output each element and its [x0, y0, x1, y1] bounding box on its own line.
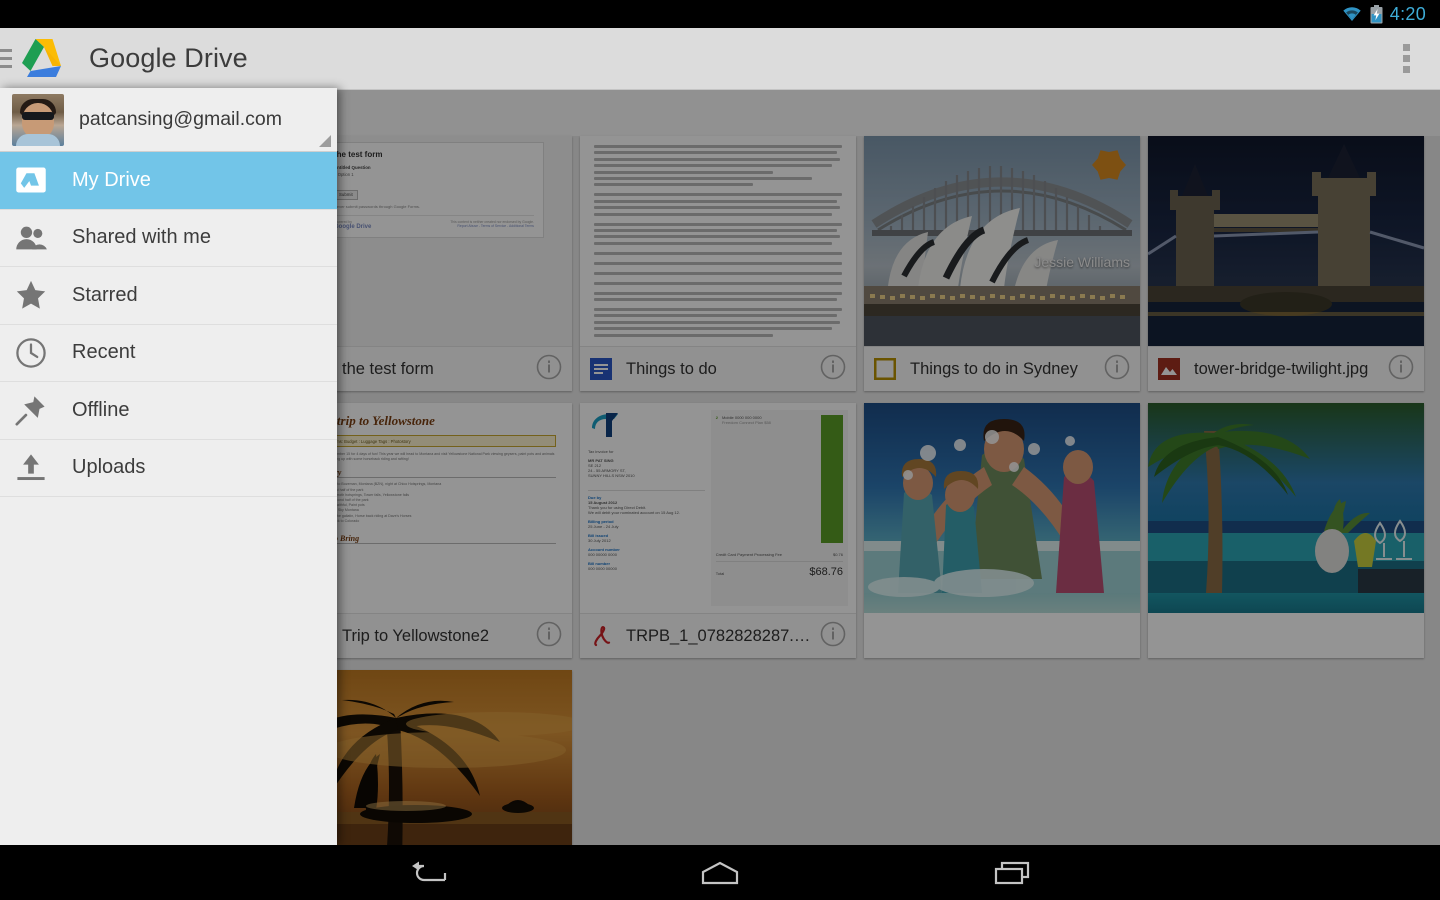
- sidebar-item-starred[interactable]: Starred: [0, 267, 337, 325]
- file-thumbnail: Our trip to Yellowstone Related Items: B…: [296, 403, 572, 613]
- docs-file-icon: [590, 358, 612, 380]
- system-navigation-bar: [0, 845, 1440, 900]
- file-thumbnail: [1148, 136, 1424, 346]
- file-card[interactable]: the test form Untitled Question ○ Option…: [296, 136, 572, 391]
- user-avatar: [12, 94, 64, 146]
- file-card-label: tower-bridge-twilight.jpg: [1148, 346, 1424, 391]
- file-name: Things to do in Sydney: [910, 360, 1098, 379]
- file-thumbnail: [864, 403, 1140, 613]
- file-thumbnail: [1148, 403, 1424, 613]
- file-card-label: Things to do: [580, 346, 856, 391]
- file-card[interactable]: [864, 403, 1140, 658]
- file-card[interactable]: Things to do: [580, 136, 856, 391]
- file-card[interactable]: [1148, 403, 1424, 658]
- recents-icon[interactable]: [977, 850, 1047, 895]
- thumbnail-owner-label: Jessie Williams: [1034, 254, 1130, 270]
- clock-icon: [14, 336, 48, 370]
- sidebar-item-shared-with-me[interactable]: Shared with me: [0, 210, 337, 268]
- overflow-menu-icon[interactable]: [1395, 36, 1418, 81]
- file-name: Things to do: [626, 360, 814, 379]
- info-icon[interactable]: [1104, 354, 1130, 385]
- file-card[interactable]: [296, 670, 572, 845]
- hamburger-menu-icon[interactable]: [0, 49, 12, 68]
- app-bar: Google Drive: [0, 28, 1440, 90]
- account-header[interactable]: patcansing@gmail.com: [0, 88, 337, 152]
- wifi-icon: [1341, 6, 1363, 22]
- file-name: TRPB_1_0782828287.pdf: [626, 627, 814, 646]
- back-arrow-icon[interactable]: [393, 850, 463, 895]
- drawer-item-list: My Drive Shared with me Starred Recent O…: [0, 152, 337, 497]
- file-thumbnail: [580, 136, 856, 346]
- sidebar-item-uploads[interactable]: Uploads: [0, 440, 337, 498]
- star-icon: [14, 278, 48, 312]
- status-bar: 4:20: [0, 0, 1440, 28]
- file-card[interactable]: Jessie Williams Things to do in Sydney: [864, 136, 1140, 391]
- file-card[interactable]: Our trip to Yellowstone Related Items: B…: [296, 403, 572, 658]
- image-file-icon: [1158, 358, 1180, 380]
- pushpin-icon: [14, 393, 48, 427]
- file-thumbnail: [296, 670, 572, 845]
- sidebar-item-label: Recent: [72, 341, 135, 364]
- file-name: Trip to Yellowstone2: [342, 627, 530, 646]
- home-icon[interactable]: [685, 850, 755, 895]
- google-drive-logo: [18, 36, 70, 81]
- file-card[interactable]: Tax invoice for MR PAT SING SE 21224 - 5…: [580, 403, 856, 658]
- account-email: patcansing@gmail.com: [79, 108, 282, 131]
- info-icon[interactable]: [536, 354, 562, 385]
- file-card-label: the test form: [296, 346, 572, 391]
- info-icon[interactable]: [820, 354, 846, 385]
- sidebar-item-offline[interactable]: Offline: [0, 382, 337, 440]
- battery-charging-icon: [1370, 5, 1383, 24]
- sidebar-item-label: Starred: [72, 284, 138, 307]
- file-card-label: Trip to Yellowstone2: [296, 613, 572, 658]
- file-name: tower-bridge-twilight.jpg: [1194, 360, 1382, 379]
- sidebar-item-label: Offline: [72, 399, 129, 422]
- sidebar-item-label: Uploads: [72, 456, 145, 479]
- account-switcher-caret[interactable]: [319, 135, 331, 147]
- file-card-label: Things to do in Sydney: [864, 346, 1140, 391]
- people-icon: [14, 221, 48, 255]
- file-thumbnail: Jessie Williams: [864, 136, 1140, 346]
- navigation-drawer[interactable]: patcansing@gmail.com My Drive Shared wit…: [0, 88, 337, 845]
- file-name: the test form: [342, 360, 530, 379]
- sidebar-item-my-drive[interactable]: My Drive: [0, 152, 337, 210]
- info-icon[interactable]: [536, 621, 562, 652]
- file-thumbnail: Tax invoice for MR PAT SING SE 21224 - 5…: [580, 403, 856, 613]
- file-thumbnail: the test form Untitled Question ○ Option…: [296, 136, 572, 346]
- sidebar-item-label: Shared with me: [72, 226, 211, 249]
- pdf-file-icon: [590, 625, 612, 647]
- sidebar-item-recent[interactable]: Recent: [0, 325, 337, 383]
- app-title: Google Drive: [89, 43, 248, 74]
- folder-file-icon: [874, 358, 896, 380]
- upload-icon: [14, 451, 48, 485]
- file-card[interactable]: tower-bridge-twilight.jpg: [1148, 136, 1424, 391]
- info-icon[interactable]: [1388, 354, 1414, 385]
- drive-icon: [14, 163, 48, 197]
- info-icon[interactable]: [820, 621, 846, 652]
- file-card-label: TRPB_1_0782828287.pdf: [580, 613, 856, 658]
- sidebar-item-label: My Drive: [72, 169, 151, 192]
- status-clock: 4:20: [1390, 4, 1426, 25]
